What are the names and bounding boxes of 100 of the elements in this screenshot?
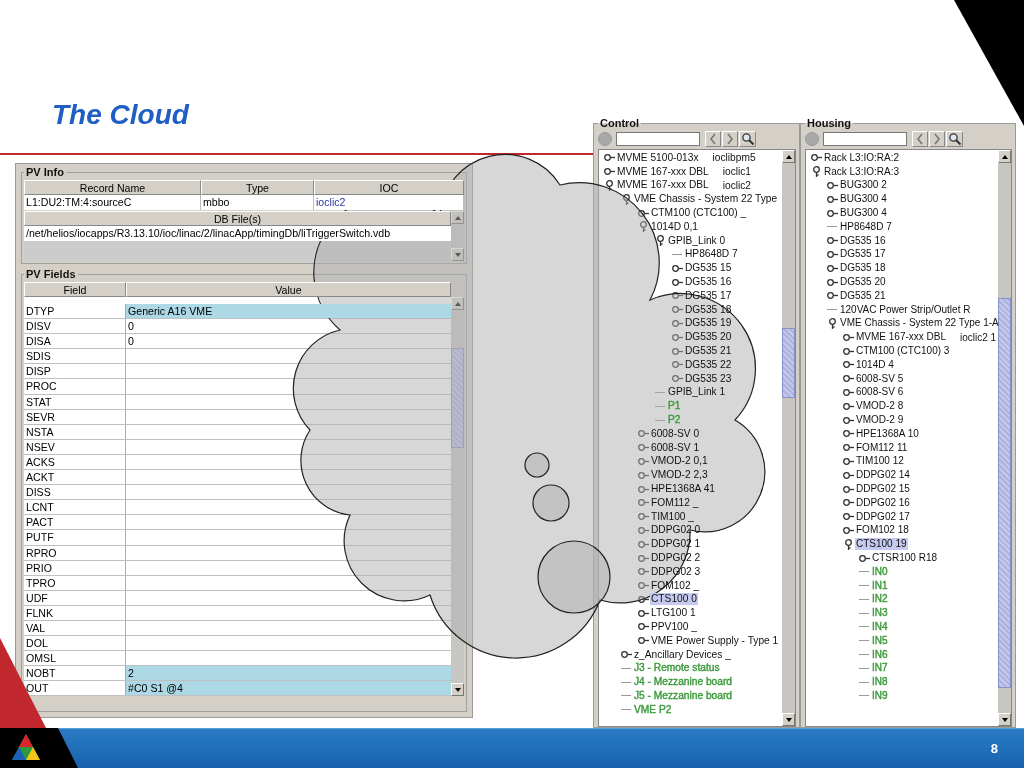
tree-item[interactable]: IN5 [871,634,889,647]
scroll-up-button[interactable] [782,150,795,163]
toggle-icon[interactable] [672,373,683,385]
tree-item[interactable]: FOM112 11 [855,441,909,454]
toggle-icon[interactable] [859,552,870,564]
tree-item[interactable]: DDPG02 0 [650,524,702,537]
tree-item[interactable]: IN3 [871,607,889,620]
tree-item[interactable]: VME Chassis - System 22 Type 1-A [839,317,1000,330]
tree-item[interactable]: CTS100 19 [855,538,908,551]
toggle-icon[interactable] [827,262,838,274]
toggle-icon[interactable] [827,290,838,302]
toggle-icon[interactable] [843,483,854,495]
tree-item[interactable]: DDPG02 14 [855,469,911,482]
tree-item[interactable]: DG535 19 [684,317,733,330]
toggle-icon[interactable] [827,193,838,205]
toggle-icon[interactable] [843,414,854,426]
toggle-icon[interactable] [638,566,649,578]
toggle-icon[interactable] [672,290,683,302]
toggle-icon[interactable] [843,455,854,467]
toggle-icon[interactable] [827,180,838,191]
toggle-icon[interactable] [827,235,838,247]
tree-item[interactable]: VME Chassis - System 22 Type [633,193,779,206]
tree-item[interactable]: IN7 [871,662,889,675]
tree-item[interactable]: DG535 22 [684,358,733,371]
tree-item[interactable]: DG535 15 [684,262,733,275]
toggle-icon[interactable] [638,511,649,523]
tree-item[interactable]: IN4 [871,621,889,633]
scroll-thumb[interactable] [782,328,795,398]
tree-item[interactable]: 6008-SV 6 [855,386,905,399]
tree-item[interactable]: z_Ancillary Devices _ [633,648,732,661]
tree-item[interactable]: DDPG02 16 [855,496,911,509]
scroll-down-button[interactable] [782,713,795,726]
toggle-icon[interactable] [827,276,838,288]
toggle-icon[interactable] [672,276,683,288]
table-cell[interactable]: 2 [126,666,451,681]
tree-item[interactable]: DG535 21 [839,289,887,302]
toggle-icon[interactable] [638,607,649,619]
toggle-icon[interactable] [843,345,854,357]
forward-button[interactable] [929,131,945,147]
column-header[interactable]: Record Name [24,180,201,195]
tree-item[interactable]: DG535 23 [684,372,733,385]
tree-item[interactable]: MVME 5100-013x [616,151,700,164]
toggle-icon[interactable] [638,593,649,605]
scroll-down-button[interactable] [998,713,1011,726]
tree-item[interactable]: DDPG02 17 [855,510,911,523]
toggle-icon[interactable] [638,552,649,564]
table-cell[interactable]: 0 [126,334,451,349]
tree-item[interactable]: J3 - Remote status [633,662,721,675]
toggle-icon[interactable] [672,304,683,316]
tree-item[interactable]: HPE1368A 10 [855,427,920,440]
scrollbar[interactable] [782,150,795,726]
tree-item[interactable]: HP8648D 7 [684,248,739,261]
tree-item[interactable]: TIM100 _ [650,510,696,523]
tree-item[interactable]: VMOD-2 0,1 [650,455,709,468]
tree-item[interactable]: PPV100 _ [650,621,698,633]
tree-item[interactable]: VMOD-2 8 [855,400,905,413]
toggle-icon[interactable] [843,524,854,536]
tree-item[interactable]: Rack L3:IO:RA:2 [823,151,901,164]
toggle-icon[interactable] [843,331,854,343]
tree-item[interactable]: GPIB_Link 0 [667,234,727,247]
toggle-icon[interactable] [843,386,854,398]
tree-item[interactable]: LTG100 1 [650,607,697,620]
toggle-icon[interactable] [843,469,854,481]
tree-item[interactable]: VME P2 [633,703,673,716]
toggle-icon[interactable] [638,635,649,647]
tree-item[interactable]: 6008-SV 5 [855,372,905,385]
toggle-icon[interactable] [638,524,649,536]
tree-item[interactable]: 6008-SV 0 [650,427,701,440]
tree-item[interactable]: MVME 167-xxx DBL [616,165,710,178]
column-header[interactable]: Field [24,282,126,297]
tree-item[interactable]: Rack L3:IO:RA:3 [823,165,901,178]
toggle-icon[interactable] [811,152,822,164]
search-button[interactable] [946,131,963,147]
toggle-icon[interactable] [811,166,822,178]
tree-item[interactable]: DG535 20 [684,331,733,344]
toggle-icon[interactable] [672,345,683,357]
tree-item[interactable]: HPE1368A 41 [650,483,716,495]
scroll-up-button[interactable] [998,150,1011,163]
tree-item[interactable]: IN9 [871,689,889,702]
tree-item[interactable]: IN0 [871,565,889,578]
toggle-icon[interactable] [843,400,854,412]
search-button[interactable] [739,131,756,147]
toggle-icon[interactable] [672,359,683,371]
tree-item[interactable]: DG535 16 [839,234,887,247]
tree-item[interactable]: FOM112 _ [650,496,700,509]
tree-item[interactable]: 6008-SV 1 [650,441,701,454]
table-cell[interactable]: 0 [126,319,451,334]
toggle-icon[interactable] [638,455,649,467]
column-header[interactable]: DB File(s) [24,211,451,226]
toggle-icon[interactable] [604,152,615,164]
table-cell[interactable]: Generic A16 VME [126,304,451,319]
toggle-icon[interactable] [843,359,854,371]
toggle-icon[interactable] [621,649,632,661]
tree-item[interactable]: IN6 [871,648,889,661]
column-header[interactable]: Type [201,180,314,195]
toggle-icon[interactable] [843,511,854,523]
toggle-icon[interactable] [827,248,838,260]
back-button[interactable] [705,131,721,147]
tree-item[interactable]: J4 - Mezzanine board [633,676,733,689]
toggle-icon[interactable] [843,538,854,550]
